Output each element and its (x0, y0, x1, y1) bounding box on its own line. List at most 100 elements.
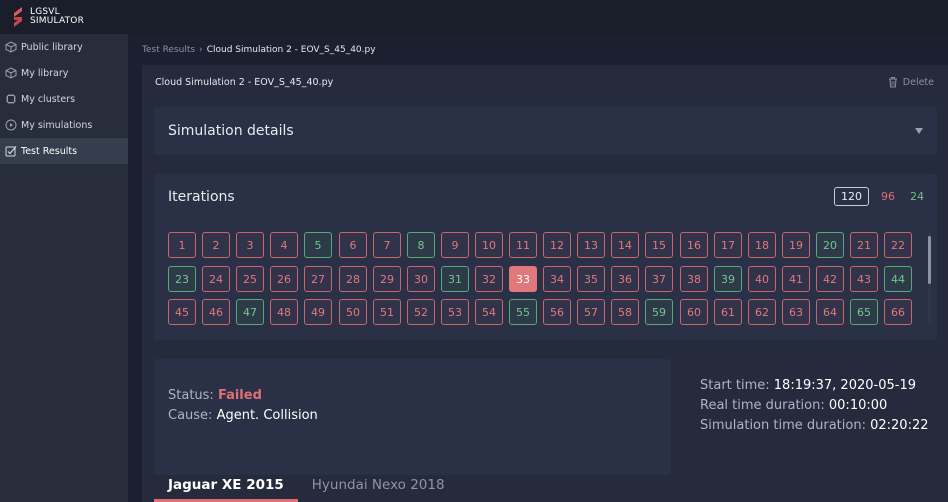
iteration-cell[interactable]: 31 (441, 266, 469, 292)
delete-button[interactable]: Delete (888, 76, 934, 88)
iteration-cell[interactable]: 19 (782, 232, 810, 258)
iteration-cell[interactable]: 51 (373, 299, 401, 325)
iteration-cell[interactable]: 52 (407, 299, 435, 325)
iteration-cell[interactable]: 23 (168, 266, 196, 292)
iteration-cell[interactable]: 45 (168, 299, 196, 325)
iteration-cell[interactable]: 40 (748, 266, 776, 292)
iteration-cell[interactable]: 16 (680, 232, 708, 258)
iteration-counts: 120 96 24 (834, 187, 924, 206)
iteration-cell[interactable]: 60 (680, 299, 708, 325)
iteration-cell[interactable]: 46 (202, 299, 230, 325)
iteration-cell[interactable]: 55 (509, 299, 537, 325)
iteration-cell[interactable]: 6 (339, 232, 367, 258)
iteration-cell[interactable]: 32 (475, 266, 503, 292)
iteration-cell[interactable]: 64 (816, 299, 844, 325)
iteration-cell[interactable]: 59 (645, 299, 673, 325)
iteration-cell[interactable]: 38 (680, 266, 708, 292)
iteration-cell[interactable]: 11 (509, 232, 537, 258)
iteration-cell[interactable]: 9 (441, 232, 469, 258)
iteration-cell[interactable]: 57 (577, 299, 605, 325)
iteration-cell[interactable]: 49 (304, 299, 332, 325)
iteration-cell[interactable]: 63 (782, 299, 810, 325)
app-logo[interactable]: LGSVL SIMULATOR (10, 6, 84, 28)
iteration-cell[interactable]: 3 (236, 232, 264, 258)
top-bar: LGSVL SIMULATOR (0, 0, 948, 34)
iteration-cell[interactable]: 29 (373, 266, 401, 292)
breadcrumb-parent-link[interactable]: Test Results (142, 45, 195, 55)
iteration-cell[interactable]: 24 (202, 266, 230, 292)
sidebar-item-label: Public library (21, 41, 83, 53)
iterations-title: Iterations (168, 189, 235, 205)
total-count-badge[interactable]: 120 (834, 187, 869, 206)
tab-hyundai-nexo-2018[interactable]: Hyundai Nexo 2018 (298, 474, 459, 502)
iteration-cell[interactable]: 30 (407, 266, 435, 292)
sidebar-item-public-library[interactable]: Public library (0, 34, 128, 60)
iteration-cell[interactable]: 61 (714, 299, 742, 325)
iteration-cell[interactable]: 41 (782, 266, 810, 292)
iteration-cell[interactable]: 26 (270, 266, 298, 292)
iteration-cell[interactable]: 48 (270, 299, 298, 325)
iteration-cell[interactable]: 20 (816, 232, 844, 258)
status-card: Status: Failed Cause: Agent. Collision (154, 359, 671, 475)
iteration-cell[interactable]: 13 (577, 232, 605, 258)
sidebar-item-test-results[interactable]: Test Results (0, 138, 128, 164)
iteration-cell[interactable]: 1 (168, 232, 196, 258)
iteration-cell[interactable]: 62 (748, 299, 776, 325)
real-duration-value: 00:10:00 (828, 398, 888, 413)
iteration-cell[interactable]: 47 (236, 299, 264, 325)
breadcrumb-current: Cloud Simulation 2 - EOV_S_45_40.py (206, 45, 376, 55)
iteration-cell[interactable]: 65 (850, 299, 878, 325)
iteration-scrollbar[interactable] (928, 232, 931, 324)
iteration-cell[interactable]: 12 (543, 232, 571, 258)
iteration-cell[interactable]: 28 (339, 266, 367, 292)
cause-line: Cause: Agent. Collision (168, 406, 318, 426)
iteration-cell[interactable]: 35 (577, 266, 605, 292)
iteration-cell[interactable]: 37 (645, 266, 673, 292)
cube-icon (4, 41, 17, 54)
simulation-details-accordion[interactable]: Simulation details (154, 107, 937, 155)
iteration-cell[interactable]: 43 (850, 266, 878, 292)
sim-duration-label: Simulation time duration: (700, 418, 866, 433)
iteration-cell[interactable]: 42 (816, 266, 844, 292)
chip-icon (4, 93, 17, 106)
iteration-cell[interactable]: 2 (202, 232, 230, 258)
iteration-cell[interactable]: 33 (509, 266, 537, 292)
cause-value: Agent. Collision (216, 408, 318, 423)
iteration-cell[interactable]: 15 (645, 232, 673, 258)
iteration-cell[interactable]: 21 (850, 232, 878, 258)
iteration-cell[interactable]: 34 (543, 266, 571, 292)
iteration-cell[interactable]: 53 (441, 299, 469, 325)
iteration-cell[interactable]: 39 (714, 266, 742, 292)
iteration-cell[interactable]: 54 (475, 299, 503, 325)
failed-count[interactable]: 96 (881, 190, 895, 203)
iteration-cell[interactable]: 4 (270, 232, 298, 258)
iteration-cell[interactable]: 22 (884, 232, 912, 258)
cube-outline-icon (4, 67, 17, 80)
iteration-cell[interactable]: 56 (543, 299, 571, 325)
iteration-cell[interactable]: 25 (236, 266, 264, 292)
iteration-cell[interactable]: 58 (611, 299, 639, 325)
iteration-cell[interactable]: 10 (475, 232, 503, 258)
iteration-cell[interactable]: 17 (714, 232, 742, 258)
iteration-cell[interactable]: 36 (611, 266, 639, 292)
sidebar-item-my-library[interactable]: My library (0, 60, 128, 86)
tab-jaguar-xe-2015[interactable]: Jaguar XE 2015 (154, 474, 298, 502)
iteration-cell[interactable]: 44 (884, 266, 912, 292)
vehicle-tabs: Jaguar XE 2015 Hyundai Nexo 2018 (154, 474, 937, 502)
sim-duration-value: 02:20:22 (870, 418, 929, 433)
sidebar-item-my-clusters[interactable]: My clusters (0, 86, 128, 112)
passed-count[interactable]: 24 (910, 190, 924, 203)
iteration-cell[interactable]: 66 (884, 299, 912, 325)
scrollbar-thumb[interactable] (928, 236, 931, 284)
iteration-cell[interactable]: 18 (748, 232, 776, 258)
iteration-cell[interactable]: 14 (611, 232, 639, 258)
sidebar-item-label: My clusters (21, 93, 76, 105)
iteration-cell[interactable]: 5 (304, 232, 332, 258)
sidebar-item-my-simulations[interactable]: My simulations (0, 112, 128, 138)
iteration-cell[interactable]: 7 (373, 232, 401, 258)
iteration-cell[interactable]: 8 (407, 232, 435, 258)
iteration-cell[interactable]: 27 (304, 266, 332, 292)
sidebar-item-label: Test Results (21, 145, 78, 157)
breadcrumb: Test Results › Cloud Simulation 2 - EOV_S_… (142, 45, 376, 55)
iteration-cell[interactable]: 50 (339, 299, 367, 325)
